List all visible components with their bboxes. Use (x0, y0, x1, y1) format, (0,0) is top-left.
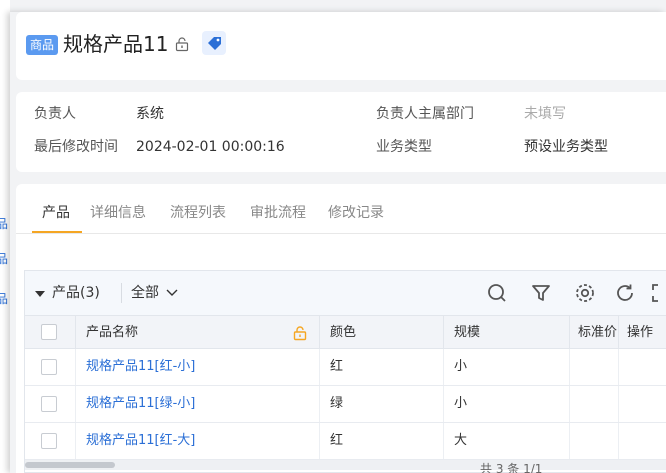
collapse-caret-icon[interactable] (35, 291, 45, 297)
biz-type-label: 业务类型 (376, 139, 432, 155)
price-cell (569, 386, 618, 422)
product-name-link[interactable]: 规格产品11[绿-小] (75, 386, 319, 422)
main-content: 产品 详细信息 流程列表 审批流程 修改记录 产品(3) 全部 产品名称 颜色 … (16, 184, 666, 473)
filter-icon[interactable] (529, 281, 553, 305)
size-cell: 小 (443, 386, 569, 422)
biz-type-value: 预设业务类型 (524, 139, 608, 155)
col-actions: 操作 (618, 316, 666, 349)
row-select-cell (25, 386, 75, 422)
refresh-icon[interactable] (613, 281, 637, 305)
tab-details[interactable]: 详细信息 (90, 203, 146, 223)
col-size[interactable]: 规模 (443, 316, 569, 349)
row-select-cell (25, 349, 75, 385)
bg-fragment: 品 (0, 252, 9, 266)
row-checkbox[interactable] (41, 433, 57, 449)
pagination-summary: 共 3 条 1/1 (480, 462, 543, 473)
bg-fragment: 品 (0, 292, 9, 306)
dept-label: 负责人主属部门 (376, 106, 474, 122)
lock-icon[interactable] (174, 36, 190, 52)
select-all-checkbox[interactable] (41, 324, 57, 340)
owner-value: 系统 (136, 106, 164, 122)
info-section: 负责人 系统 负责人主属部门 未填写 最后修改时间 2024-02-01 00:… (16, 92, 666, 172)
col-product-name-label: 产品名称 (86, 325, 139, 340)
row-select-cell (25, 423, 75, 459)
col-price[interactable]: 标准价 (569, 316, 618, 349)
color-cell: 红 (319, 423, 443, 459)
object-type-tag: 商品 (26, 35, 59, 55)
scrollbar-thumb[interactable] (25, 462, 115, 468)
price-cell (569, 349, 618, 385)
price-cell (569, 423, 618, 459)
dept-value: 未填写 (524, 106, 566, 122)
toolbar-divider (121, 283, 122, 303)
search-icon[interactable] (485, 281, 509, 305)
size-cell: 小 (443, 349, 569, 385)
actions-cell (618, 423, 666, 459)
size-cell: 大 (443, 423, 569, 459)
tab-flow-list[interactable]: 流程列表 (170, 203, 226, 223)
active-tab-indicator (32, 231, 82, 233)
tab-bar: 产品 详细信息 流程列表 审批流程 修改记录 (16, 184, 666, 234)
color-cell: 绿 (319, 386, 443, 422)
filter-dropdown[interactable]: 全部 (131, 283, 159, 303)
lock-icon (293, 326, 307, 341)
product-table: 产品(3) 全部 产品名称 颜色 规模 标准价 操作 规格产品11[红-小] 红… (24, 270, 666, 473)
settings-icon[interactable] (573, 281, 597, 305)
product-name-link[interactable]: 规格产品11[红-大] (75, 423, 319, 459)
chevron-down-icon[interactable] (165, 285, 179, 299)
tab-approval[interactable]: 审批流程 (250, 203, 306, 223)
actions-cell (618, 349, 666, 385)
table-row[interactable]: 规格产品11[红-小] 红 小 (25, 349, 666, 386)
tab-history[interactable]: 修改记录 (328, 203, 384, 223)
detail-header: 商品 规格产品11 (16, 12, 666, 80)
modified-label: 最后修改时间 (34, 139, 118, 155)
color-cell: 红 (319, 349, 443, 385)
fullscreen-icon[interactable] (649, 281, 666, 305)
col-color[interactable]: 颜色 (319, 316, 443, 349)
row-checkbox[interactable] (41, 359, 57, 375)
price-tag-icon[interactable] (202, 31, 226, 55)
table-row[interactable]: 规格产品11[绿-小] 绿 小 (25, 386, 666, 423)
bg-fragment: 品 (0, 217, 9, 231)
page-title: 规格产品11 (63, 32, 169, 56)
horizontal-scrollbar[interactable] (25, 460, 666, 470)
actions-cell (618, 386, 666, 422)
header-select-cell (25, 316, 75, 349)
col-product-name[interactable]: 产品名称 (75, 316, 319, 349)
table-toolbar: 产品(3) 全部 (25, 271, 666, 315)
product-name-link[interactable]: 规格产品11[红-小] (75, 349, 319, 385)
detail-panel: 商品 规格产品11 负责人 系统 负责人主属部门 未填写 最后修改时间 2024… (10, 12, 666, 473)
table-row[interactable]: 规格产品11[红-大] 红 大 (25, 423, 666, 460)
row-checkbox[interactable] (41, 396, 57, 412)
owner-label: 负责人 (34, 106, 76, 122)
background-page: 品 品 品 (0, 0, 10, 473)
table-header: 产品名称 颜色 规模 标准价 操作 (25, 315, 666, 349)
table-title: 产品(3) (52, 285, 100, 301)
modified-value: 2024-02-01 00:00:16 (136, 139, 285, 155)
tab-products[interactable]: 产品 (42, 203, 70, 223)
